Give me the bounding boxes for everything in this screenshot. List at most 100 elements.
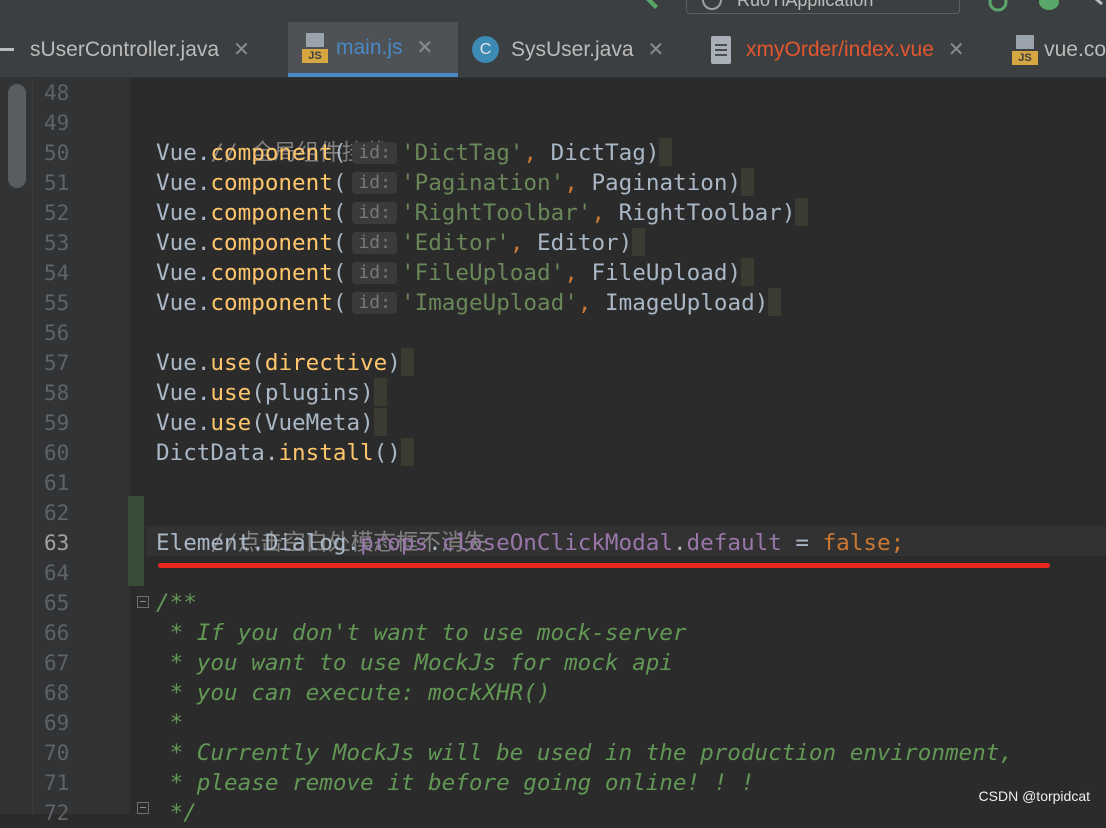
code-identifier: Vue: [156, 260, 197, 286]
parameter-hint: id:: [352, 142, 397, 164]
code-identifier: Vue: [156, 290, 197, 316]
code-identifier: RightToolbar: [618, 200, 782, 226]
tab-xmyorder-index-vue[interactable]: xmyOrder/index.vue ✕: [710, 22, 1000, 77]
code-identifier: Vue: [156, 140, 197, 166]
line-number: 49: [44, 111, 70, 135]
code-editor[interactable]: // 全局组件挂载 Vue.component(id: 'DictTag', Di…: [146, 78, 1106, 826]
watermark: CSDN @torpidcat: [978, 788, 1090, 804]
code-field: default: [686, 530, 782, 556]
code-identifier: Vue: [156, 230, 197, 256]
code-line-67: * you want to use MockJs for mock api: [156, 650, 673, 676]
code-identifier: Vue: [156, 200, 197, 226]
code-method: component: [210, 260, 333, 286]
run-configuration-selector[interactable]: RuoYiApplication: [686, 0, 960, 14]
code-line-72: */: [156, 800, 197, 826]
close-icon[interactable]: ✕: [417, 35, 434, 60]
close-icon[interactable]: ✕: [648, 37, 665, 62]
line-number: 61: [44, 471, 70, 495]
code-line-53: Vue.component(id: 'Editor', Editor): [156, 228, 646, 258]
code-identifier: plugins: [264, 380, 361, 406]
brace-match-highlight: [741, 168, 755, 196]
parameter-hint: id:: [352, 232, 397, 254]
code-line-57: Vue.use(directive): [156, 348, 414, 378]
scrollbar-thumb[interactable]: [8, 84, 26, 188]
tab-sysusercontroller[interactable]: sUserController.java ✕: [30, 22, 280, 77]
line-number: 53: [44, 231, 70, 255]
run-icon[interactable]: [986, 0, 1010, 16]
code-line-62: //点击空白处模态框不消失: [156, 498, 486, 556]
line-number: 60: [44, 441, 70, 465]
js-file-icon: JS: [302, 32, 328, 63]
tab-label: xmyOrder/index.vue: [746, 37, 934, 61]
code-string: 'DictTag': [400, 140, 524, 166]
parameter-hint: id:: [352, 202, 397, 224]
code-identifier: FileUpload: [591, 260, 728, 286]
vcs-change-marker[interactable]: [128, 496, 144, 586]
code-field: props: [360, 530, 429, 556]
brace-match-highlight: [400, 348, 414, 376]
code-method: component: [210, 170, 333, 196]
code-line-60: DictData.install(): [156, 438, 414, 468]
tab-label: SysUser.java: [511, 37, 634, 61]
line-number: 51: [44, 171, 70, 195]
spring-boot-icon: [702, 0, 722, 10]
code-line-63: Element.Dialog.props.closeOnClickModal.d…: [156, 530, 905, 556]
line-number-current: 63: [44, 531, 70, 555]
line-number: 72: [44, 801, 70, 825]
tab-vue-config[interactable]: JS vue.co: [1012, 22, 1106, 77]
brace-match-highlight: [632, 228, 646, 256]
line-number: 62: [44, 501, 70, 525]
code-line-69: *: [156, 710, 184, 736]
code-method: component: [210, 230, 333, 256]
line-number: 58: [44, 381, 70, 405]
tab-label: sUserController.java: [30, 37, 220, 61]
code-method: use: [210, 380, 252, 406]
line-number: 68: [44, 681, 70, 705]
close-icon[interactable]: ✕: [233, 37, 250, 62]
line-number: 56: [44, 321, 70, 345]
code-line-66: * If you don't want to use mock-server: [156, 620, 687, 646]
code-field: closeOnClickModal: [441, 530, 673, 556]
code-string: 'ImageUpload': [400, 290, 578, 316]
code-identifier: DictData: [156, 440, 265, 466]
brace-match-highlight: [400, 438, 414, 466]
line-number: 64: [44, 561, 70, 585]
js-file-icon: JS: [1012, 34, 1038, 65]
code-identifier: Pagination: [591, 170, 728, 196]
line-number: 52: [44, 201, 70, 225]
tab-scroll-left-icon[interactable]: [0, 48, 14, 51]
code-method: component: [210, 200, 333, 226]
code-method: component: [210, 290, 333, 316]
code-line-68: * you can execute: mockXHR(): [156, 680, 551, 706]
line-number: 54: [44, 261, 70, 285]
code-identifier: Vue: [156, 410, 197, 436]
line-number: 50: [44, 141, 70, 165]
build-hammer-icon[interactable]: [644, 0, 664, 14]
run-config-label: RuoYiApplication: [737, 0, 874, 10]
tab-sysuser-java[interactable]: C SysUser.java ✕: [472, 22, 692, 77]
java-class-icon: C: [472, 36, 499, 63]
line-number: 59: [44, 411, 70, 435]
line-number: 48: [44, 81, 70, 105]
line-number: 70: [44, 741, 70, 765]
code-method: install: [278, 440, 374, 466]
more-actions-icon[interactable]: [1086, 0, 1106, 16]
code-identifier: DictTag: [550, 140, 646, 166]
tab-label: vue.co: [1044, 37, 1106, 61]
code-line-58: Vue.use(plugins): [156, 378, 387, 408]
code-identifier: directive: [264, 350, 388, 376]
debug-icon[interactable]: [1036, 0, 1062, 16]
tab-main-js[interactable]: JS main.js ✕: [288, 22, 458, 77]
brace-match-highlight: [659, 138, 673, 166]
line-number: 65: [44, 591, 70, 615]
code-identifier: ImageUpload: [605, 290, 755, 316]
parameter-hint: id:: [352, 292, 397, 314]
editor-tab-bar: sUserController.java ✕ JS main.js ✕ C Sy…: [0, 22, 1106, 78]
parameter-hint: id:: [352, 262, 397, 284]
code-line-50: Vue.component(id: 'DictTag', DictTag): [156, 138, 673, 168]
line-number: 71: [44, 771, 70, 795]
close-icon[interactable]: ✕: [948, 37, 965, 62]
editor-gutter: 48 49 50 51 52 53 54 55 56 57 58 59 60 6…: [0, 78, 130, 825]
code-string: 'Editor': [400, 230, 510, 256]
brace-match-highlight: [373, 408, 387, 436]
